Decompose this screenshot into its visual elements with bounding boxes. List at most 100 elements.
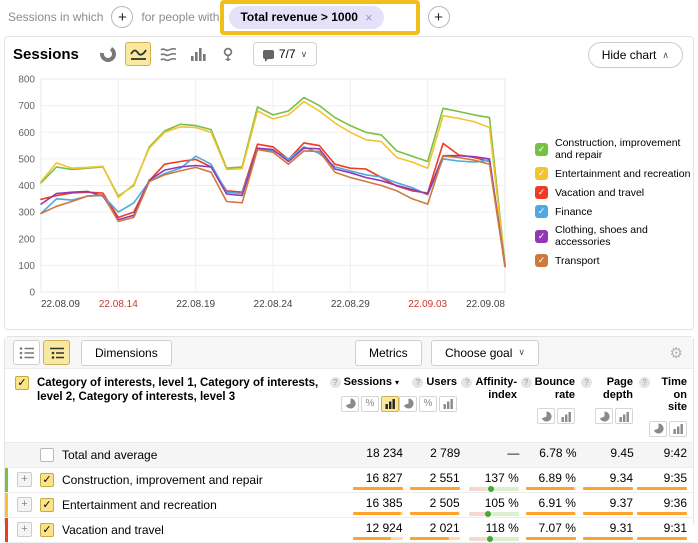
row-label[interactable]: Total and average [62, 448, 157, 462]
chart-header: Sessions 7/7 ∨ Hide chart ∧ [5, 37, 693, 71]
percent-display-button[interactable]: % [419, 396, 437, 412]
donut-chart-icon[interactable] [95, 42, 121, 66]
column-header-label: Bounce rate [535, 376, 575, 401]
view-toggle-group [13, 340, 73, 365]
pie-display-button[interactable] [649, 421, 667, 437]
row-color-stripe [5, 493, 8, 517]
expand-row-button[interactable]: + [17, 497, 32, 512]
column-chart-icon[interactable] [185, 42, 211, 66]
percent-display-button[interactable]: % [361, 396, 379, 412]
y-axis-tick-label: 100 [18, 261, 35, 272]
tree-view-icon[interactable] [43, 340, 70, 365]
help-icon[interactable]: ? [581, 377, 592, 388]
legend-item-entertainment-and-recreation[interactable]: ✓Entertainment and recreation [535, 167, 693, 180]
pie-display-button[interactable] [399, 396, 417, 412]
map-pin-icon[interactable] [215, 42, 241, 66]
cell-bar-track [526, 537, 576, 540]
y-axis-tick-label: 500 [18, 154, 35, 165]
affinity-marker [485, 511, 491, 517]
select-all-checkbox[interactable]: ✓ [15, 376, 29, 390]
legend-item-vacation-and-travel[interactable]: ✓Vacation and travel [535, 186, 693, 199]
cell-bar-track [353, 537, 403, 540]
row-label[interactable]: Vacation and travel [62, 523, 164, 537]
for-people-with-label: for people with [141, 10, 219, 24]
legend-checkbox-icon: ✓ [535, 186, 548, 199]
chevron-down-icon: ∨ [518, 347, 525, 358]
bars-display-button[interactable] [669, 421, 687, 437]
column-header-users[interactable]: ?Users% [405, 369, 463, 442]
bars-display-button[interactable] [381, 396, 399, 412]
row-checkbox[interactable] [40, 448, 54, 462]
choose-goal-button[interactable]: Choose goal ∨ [431, 340, 539, 366]
gear-icon[interactable]: ⚙ [670, 344, 683, 362]
help-icon[interactable]: ? [412, 377, 423, 388]
column-header-label: Page depth [595, 376, 633, 401]
cell-value: 6.78 % [539, 446, 576, 460]
row-label[interactable]: Construction, improvement and repair [62, 473, 263, 487]
dimensions-button[interactable]: Dimensions [81, 340, 172, 366]
legend-item-finance[interactable]: ✓ Finance [535, 205, 693, 218]
bars-display-button[interactable] [615, 408, 633, 424]
help-icon[interactable]: ? [521, 377, 532, 388]
value-cell-sessions: 16 827 [349, 468, 408, 490]
row-checkbox[interactable]: ✓ [40, 473, 54, 487]
cell-bar-fill [526, 537, 576, 540]
cell-bar-fill [583, 512, 633, 515]
row-checkbox[interactable]: ✓ [40, 498, 54, 512]
pie-display-button[interactable] [341, 396, 359, 412]
stacked-area-icon[interactable] [155, 42, 181, 66]
sessions-chart[interactable]: 010020030040050060070080022.08.0922.08.1… [5, 71, 535, 319]
y-axis-tick-label: 0 [29, 288, 35, 299]
pie-display-button[interactable] [595, 408, 613, 424]
display-mode-buttons [649, 421, 687, 437]
y-axis-tick-label: 700 [18, 101, 35, 112]
remove-filter-icon[interactable]: × [365, 10, 373, 25]
legend-item-clothing-shoes-and-accessories[interactable]: ✓Clothing, shoes and accessories [535, 224, 693, 248]
segments-selector[interactable]: 7/7 ∨ [253, 42, 317, 66]
help-icon[interactable]: ? [639, 377, 650, 388]
add-session-condition-button[interactable]: + [111, 6, 133, 28]
legend-item-transport[interactable]: ✓Transport [535, 254, 693, 267]
cell-value: 137 % [485, 471, 519, 485]
line-chart-icon[interactable] [125, 42, 151, 66]
x-axis-tick-label: 22.08.09 [41, 299, 80, 310]
cell-value: 16 385 [366, 496, 403, 510]
legend-item-construction-improvement-and-repair[interactable]: ✓Construction, improvement and repair [535, 137, 693, 161]
pie-display-button[interactable] [537, 408, 555, 424]
row-checkbox[interactable]: ✓ [40, 523, 54, 537]
legend-label: Entertainment and recreation [555, 168, 690, 180]
column-header-bounce-rate[interactable]: ?Bounce rate [523, 369, 581, 442]
column-header-page-depth[interactable]: ?Page depth [581, 369, 639, 442]
add-user-condition-button[interactable]: + [428, 6, 450, 28]
legend-label: Clothing, shoes and accessories [555, 224, 693, 248]
hide-chart-button[interactable]: Hide chart ∧ [588, 42, 683, 68]
chart-section: Sessions 7/7 ∨ Hide chart ∧ 010020030040… [4, 36, 694, 330]
value-cell-page-depth: 9.34 [582, 468, 639, 490]
legend-label: Finance [555, 206, 592, 218]
value-cell-sessions: 12 924 [349, 518, 408, 540]
expand-row-button[interactable]: + [17, 522, 32, 537]
column-header-affinity-index[interactable]: ?Affinity-index [463, 369, 523, 442]
cell-bar-fill [526, 512, 575, 515]
expand-row-button[interactable]: + [17, 472, 32, 487]
bars-display-button[interactable] [439, 396, 457, 412]
legend-checkbox-icon: ✓ [535, 205, 548, 218]
row-label[interactable]: Entertainment and recreation [62, 498, 217, 512]
flat-list-icon[interactable] [13, 340, 40, 365]
help-icon[interactable]: ? [330, 377, 341, 388]
dimension-cell: Total and average [5, 443, 350, 467]
cell-bar-fill [583, 487, 633, 490]
column-header-sessions[interactable]: ?Sessions▾% [345, 369, 405, 442]
sessions-in-which-label: Sessions in which [8, 10, 103, 24]
cell-bar-track [410, 537, 460, 540]
help-icon[interactable]: ? [461, 377, 472, 388]
filter-chip-total-revenue[interactable]: Total revenue > 1000 × [229, 6, 383, 29]
cell-bar-fill [353, 487, 403, 490]
metrics-button[interactable]: Metrics [355, 340, 422, 366]
bars-display-button[interactable] [557, 408, 575, 424]
column-header-time-on-site[interactable]: ?Time on site [639, 369, 693, 442]
cell-value: 9:36 [664, 496, 687, 510]
dimension-header-label: Category of interests, level 1, Category… [37, 376, 339, 405]
value-cell-affinity-index: — [466, 443, 525, 460]
chevron-down-icon: ∨ [301, 49, 308, 60]
